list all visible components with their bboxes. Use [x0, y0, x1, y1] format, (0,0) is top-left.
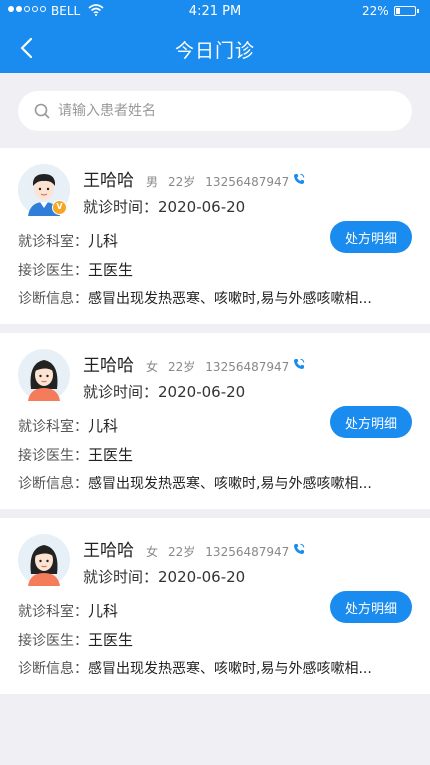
doctor-row: 接诊医生：王医生: [18, 444, 418, 465]
visit-time-value: 2020-06-20: [158, 198, 246, 216]
diagnosis-value: 感冒出现发热恶寒、咳嗽时,易与外感咳嗽相...: [88, 661, 372, 677]
patient-search-input[interactable]: [58, 103, 378, 119]
visit-time-label: 就诊时间：: [83, 198, 159, 216]
doctor-value: 王医生: [88, 631, 134, 649]
doctor-value: 王医生: [88, 446, 134, 464]
patient-card[interactable]: 王哈哈 女 22岁 13256487947 就诊时间：2020-06-20 处方…: [0, 518, 430, 694]
doctor-label: 接诊医生：: [18, 633, 88, 649]
visit-time-row: 就诊时间：2020-06-20: [83, 196, 245, 217]
phone-icon[interactable]: [293, 173, 305, 185]
visit-time-value: 2020-06-20: [158, 383, 246, 401]
diagnosis-value: 感冒出现发热恶寒、咳嗽时,易与外感咳嗽相...: [88, 291, 372, 307]
patient-age: 22岁: [168, 545, 196, 559]
department-value: 儿科: [88, 602, 119, 620]
diagnosis-row: 诊断信息：感冒出现发热恶寒、咳嗽时,易与外感咳嗽相...: [18, 288, 418, 308]
department-row: 就诊科室：儿科: [18, 415, 418, 436]
patient-header: 王哈哈 女 22岁 13256487947: [83, 536, 305, 561]
diagnosis-row: 诊断信息：感冒出现发热恶寒、咳嗽时,易与外感咳嗽相...: [18, 473, 418, 493]
patient-age: 22岁: [168, 175, 196, 189]
patient-phone[interactable]: 13256487947: [205, 545, 289, 559]
battery-icon: [394, 6, 416, 16]
diagnosis-label: 诊断信息：: [18, 291, 88, 307]
doctor-row: 接诊医生：王医生: [18, 259, 418, 280]
diagnosis-value: 感冒出现发热恶寒、咳嗽时,易与外感咳嗽相...: [88, 476, 372, 492]
status-bar: BELL 4:21 PM 22%: [0, 0, 430, 24]
department-label: 就诊科室：: [18, 419, 88, 435]
phone-icon[interactable]: [293, 543, 305, 555]
visit-time-label: 就诊时间：: [83, 383, 159, 401]
patient-name: 王哈哈: [83, 356, 134, 376]
female-avatar-icon: [18, 534, 70, 586]
phone-icon[interactable]: [293, 358, 305, 370]
patient-phone[interactable]: 13256487947: [205, 360, 289, 374]
diagnosis-label: 诊断信息：: [18, 661, 88, 677]
department-row: 就诊科室：儿科: [18, 230, 418, 251]
diagnosis-row: 诊断信息：感冒出现发热恶寒、咳嗽时,易与外感咳嗽相...: [18, 658, 418, 678]
department-row: 就诊科室：儿科: [18, 600, 418, 621]
diagnosis-label: 诊断信息：: [18, 476, 88, 492]
battery-level-fill: [396, 8, 400, 14]
visit-time-label: 就诊时间：: [83, 568, 159, 586]
department-value: 儿科: [88, 417, 119, 435]
page-title: 今日门诊: [174, 40, 255, 62]
patient-gender: 女: [146, 360, 159, 374]
department-label: 就诊科室：: [18, 234, 88, 250]
patient-age: 22岁: [168, 360, 196, 374]
doctor-label: 接诊医生：: [18, 263, 88, 279]
doctor-row: 接诊医生：王医生: [18, 629, 418, 650]
patient-gender: 男: [146, 175, 159, 189]
patient-name: 王哈哈: [83, 171, 134, 191]
patient-header: 王哈哈 男 22岁 13256487947: [83, 166, 305, 191]
patient-phone[interactable]: 13256487947: [205, 175, 289, 189]
visit-time-row: 就诊时间：2020-06-20: [83, 566, 245, 587]
department-value: 儿科: [88, 232, 119, 250]
vip-badge-icon: V: [52, 200, 67, 215]
visit-time-value: 2020-06-20: [158, 568, 246, 586]
department-label: 就诊科室：: [18, 604, 88, 620]
battery-percentage: 22%: [362, 4, 389, 18]
search-icon: [34, 103, 50, 119]
patient-card[interactable]: 王哈哈 女 22岁 13256487947 就诊时间：2020-06-20 处方…: [0, 333, 430, 509]
female-avatar-icon: [18, 349, 70, 401]
top-bar: BELL 4:21 PM 22% 今日门诊: [0, 0, 430, 73]
visit-time-row: 就诊时间：2020-06-20: [83, 381, 245, 402]
doctor-value: 王医生: [88, 261, 134, 279]
patient-header: 王哈哈 女 22岁 13256487947: [83, 351, 305, 376]
search-bar[interactable]: [18, 91, 412, 131]
patient-card[interactable]: V 王哈哈 男 22岁 13256487947 就诊时间：2020-06-20 …: [0, 148, 430, 324]
patient-name: 王哈哈: [83, 541, 134, 561]
doctor-label: 接诊医生：: [18, 448, 88, 464]
patient-gender: 女: [146, 545, 159, 559]
battery-cap: [417, 9, 419, 13]
